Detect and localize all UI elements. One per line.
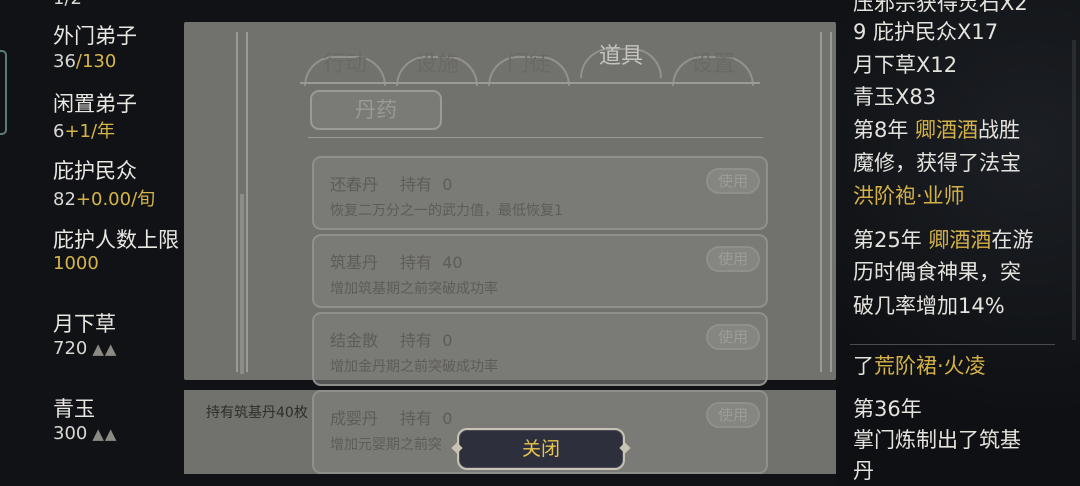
log-line: 破几率增加14%: [853, 294, 1005, 318]
close-button[interactable]: 关闭: [457, 428, 625, 470]
subtab-pills[interactable]: 丹药: [310, 90, 442, 130]
use-button[interactable]: 使用: [706, 168, 760, 194]
item-name: 结金散: [330, 331, 379, 350]
protect-limit-value: 1000: [53, 253, 99, 274]
log-line: 第25年 卿酒酒在游: [853, 228, 1034, 252]
item-description: 增加元婴期之前突: [330, 437, 442, 453]
scroll-thumb[interactable]: [240, 194, 244, 374]
log-divider: [850, 344, 1055, 345]
protected-people-value: 82+0.00/旬: [53, 189, 156, 210]
idle-disciples-label: 闲置弟子: [53, 92, 137, 116]
item-name: 还春丹: [330, 175, 379, 194]
log-line: 洪阶袍·业师: [853, 184, 965, 208]
protected-people-label: 庇护民众: [53, 159, 137, 183]
use-button[interactable]: 使用: [706, 246, 760, 272]
log-line: 了荒阶裙·火凌: [853, 354, 986, 378]
item-owned: 持有 0: [400, 331, 453, 350]
log-line: 丹: [853, 459, 874, 483]
log-line: 青玉X83: [853, 85, 937, 109]
event-log[interactable]: 压邪宗获得灵石X2 9 庇护民众X17 月下草X12 青玉X83 第8年 卿酒酒…: [836, 0, 1080, 486]
toast-message: 持有筑基丹40枚: [206, 405, 308, 421]
log-line: 月下草X12: [853, 53, 958, 77]
item-card: 结金散 持有 0 增加金丹期之前突破成功率 使用: [312, 312, 768, 386]
item-card: 筑基丹 持有 40 增加筑基期之前突破成功率 使用: [312, 234, 768, 308]
item-description: 增加金丹期之前突破成功率: [330, 359, 498, 375]
item-owned: 持有 0: [400, 175, 453, 194]
item-card: 还春丹 持有 0 恢复二万分之一的武力值，最低恢复1 使用: [312, 156, 768, 230]
tab-disciples[interactable]: 门徒: [484, 46, 574, 86]
log-line: 历时偶食神果，突: [853, 260, 1021, 284]
tab-facilities[interactable]: 设施: [392, 46, 482, 86]
right-rail-ornament: [820, 32, 832, 372]
log-scrollbar[interactable]: [1072, 40, 1076, 340]
idle-disciples-value: 6+1/年: [53, 121, 116, 142]
item-owned: 持有 40: [400, 253, 463, 272]
moon-grass-value: 720 ▲▲: [53, 338, 118, 359]
protect-limit-label: 庇护人数上限: [53, 228, 179, 252]
subtab-divider: [308, 137, 763, 138]
item-name: 成婴丹: [330, 409, 379, 428]
use-button[interactable]: 使用: [706, 402, 760, 428]
log-line: 魔修，获得了法宝: [853, 151, 1021, 175]
outer-disciples-value: 36/130: [53, 51, 117, 72]
left-scroll-rail[interactable]: [236, 32, 248, 374]
log-line: 压邪宗获得灵石X2: [853, 0, 1028, 15]
side-tab-handle[interactable]: [0, 50, 7, 135]
tab-actions[interactable]: 行动: [300, 46, 390, 86]
item-owned: 持有 0: [400, 409, 453, 428]
inventory-dialog: 行动 设施 门徒 道具 设置 丹药 还春丹 持有 0 恢复二万分之一的武力值，最…: [184, 22, 836, 386]
tab-settings[interactable]: 设置: [668, 46, 758, 86]
grade-marks-icon: ▲▲: [92, 425, 118, 443]
outer-disciples-label: 外门弟子: [53, 24, 137, 48]
log-line: 第36年: [853, 397, 922, 421]
item-description: 恢复二万分之一的武力值，最低恢复1: [330, 203, 563, 219]
tab-items[interactable]: 道具: [576, 38, 666, 78]
jade-label: 青玉: [53, 397, 95, 421]
log-line: 第8年 卿酒酒战胜: [853, 118, 1021, 142]
grade-marks-icon: ▲▲: [92, 340, 118, 358]
jade-value: 300 ▲▲: [53, 423, 118, 444]
use-button[interactable]: 使用: [706, 324, 760, 350]
item-description: 增加筑基期之前突破成功率: [330, 281, 498, 297]
log-line: 掌门炼制出了筑基: [853, 428, 1021, 452]
moon-grass-label: 月下草: [53, 312, 116, 336]
item-name: 筑基丹: [330, 253, 379, 272]
tab-bar: 行动 设施 门徒 道具 设置: [300, 32, 760, 92]
cut-off-value: 1/2: [53, 0, 82, 9]
log-line: 9 庇护民众X17: [853, 20, 999, 44]
